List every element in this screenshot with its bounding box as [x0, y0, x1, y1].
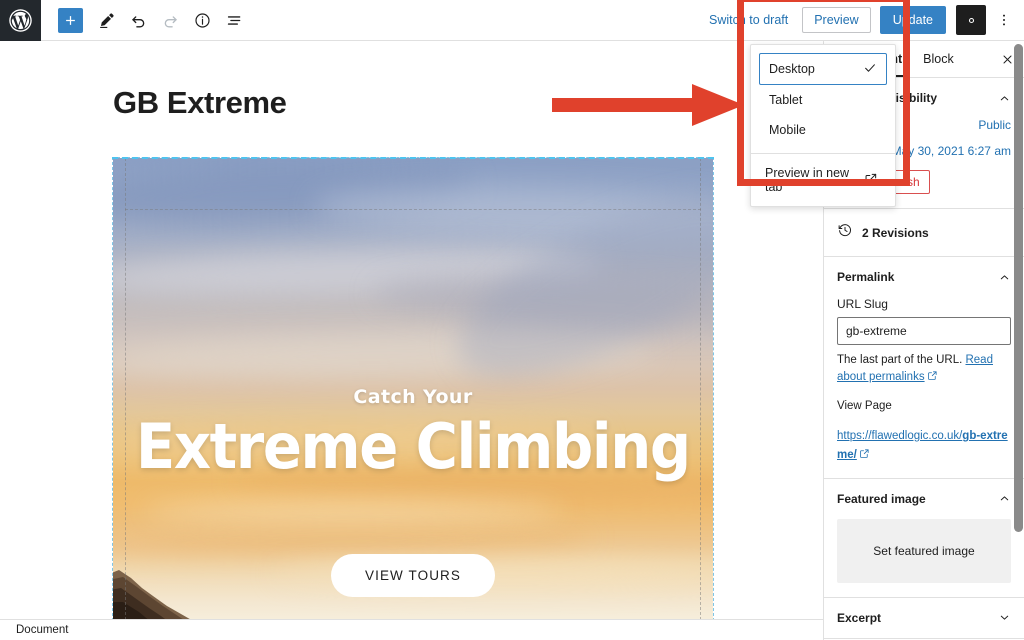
chevron-up-icon — [998, 92, 1011, 105]
block-guide-left — [125, 158, 126, 619]
permalink-help-text: The last part of the URL. Read about per… — [837, 352, 1011, 386]
editor-top-bar: Switch to draft Preview Update — [0, 0, 1024, 41]
preview-in-new-tab-item[interactable]: Preview in new tab — [751, 154, 895, 206]
preview-button[interactable]: Preview — [802, 7, 871, 33]
hero-heading-text[interactable]: Extreme Climbing — [136, 415, 691, 478]
list-view-button[interactable] — [219, 5, 249, 35]
page-title[interactable]: GB Extreme — [0, 41, 823, 121]
chevron-up-icon — [998, 492, 1011, 505]
breadcrumb[interactable]: Document — [0, 624, 68, 636]
view-page-link-wrap: https://flawedlogic.co.uk/gb-extreme/ — [837, 426, 1011, 464]
preview-option-label: Tablet — [769, 93, 803, 107]
panel-featured-image-body: Set featured image — [824, 518, 1024, 597]
preview-in-new-tab-label: Preview in new tab — [765, 166, 850, 194]
view-tours-button[interactable]: VIEW TOURS — [330, 554, 495, 598]
view-url-prefix: https://flawedlogic.co.uk/ — [837, 430, 963, 443]
view-page-label: View Page — [837, 400, 892, 413]
preview-option-label: Desktop — [769, 62, 815, 76]
editor-bottom-bar: Document — [0, 619, 823, 640]
undo-button[interactable] — [123, 5, 153, 35]
preview-option-desktop[interactable]: Desktop — [759, 53, 887, 85]
panel-permalink-body: URL Slug The last part of the URL. Read … — [824, 297, 1024, 478]
panel-title: Permalink — [837, 270, 895, 284]
check-icon — [863, 61, 877, 77]
more-vertical-dots-icon[interactable] — [992, 5, 1016, 35]
sidebar-scrollbar[interactable] — [1014, 44, 1023, 532]
hero-kicker-text[interactable]: Catch Your — [353, 386, 472, 408]
panel-excerpt: Excerpt — [824, 598, 1024, 639]
panel-permalink-header[interactable]: Permalink — [824, 257, 1024, 297]
permalink-help-prefix: The last part of the URL. — [837, 354, 966, 366]
block-selection-indicator — [112, 157, 714, 159]
wordpress-block-editor: Switch to draft Preview Update GB Extrem… — [0, 0, 1024, 640]
url-slug-label: URL Slug — [837, 297, 888, 311]
clock-revision-icon — [837, 222, 853, 243]
editor-canvas: GB Extreme Catch Your Extreme Climbing V… — [0, 41, 823, 619]
preview-option-tablet[interactable]: Tablet — [759, 85, 887, 115]
revisions-label: 2 Revisions — [862, 225, 929, 240]
preview-option-mobile[interactable]: Mobile — [759, 115, 887, 145]
editor-tools-group — [41, 5, 249, 35]
block-guide-top — [125, 209, 701, 210]
gear-icon[interactable] — [956, 5, 986, 35]
external-link-icon — [927, 370, 938, 387]
redo-button[interactable] — [155, 5, 185, 35]
panel-featured-image: Featured image Set featured image — [824, 479, 1024, 598]
cover-block[interactable]: Catch Your Extreme Climbing VIEW TOURS — [112, 157, 714, 619]
chevron-up-icon — [998, 271, 1011, 284]
block-guide-right — [700, 158, 701, 619]
switch-to-draft-button[interactable]: Switch to draft — [699, 7, 798, 33]
preview-option-label: Mobile — [769, 123, 806, 137]
preview-device-options: Desktop Tablet Mobile — [751, 49, 895, 153]
external-link-icon — [864, 172, 878, 189]
revisions-link[interactable]: 2 Revisions — [824, 209, 1024, 257]
panel-featured-image-header[interactable]: Featured image — [824, 479, 1024, 519]
tools-pencil-button[interactable] — [91, 5, 121, 35]
panel-title: Featured image — [837, 491, 926, 506]
wordpress-logo-icon[interactable] — [0, 0, 41, 41]
set-featured-image-button[interactable]: Set featured image — [837, 518, 1011, 583]
chevron-down-icon — [998, 611, 1011, 624]
visibility-value-button[interactable]: Public — [978, 118, 1011, 132]
top-bar-actions: Switch to draft Preview Update — [699, 0, 1024, 41]
tab-block[interactable]: Block — [919, 42, 958, 77]
cover-content: Catch Your Extreme Climbing VIEW TOURS — [113, 158, 713, 619]
details-info-button[interactable] — [187, 5, 217, 35]
update-button[interactable]: Update — [879, 6, 946, 34]
external-link-icon — [859, 446, 870, 464]
panel-title: Excerpt — [837, 610, 882, 625]
preview-dropdown-menu: Desktop Tablet Mobile Preview in new tab — [750, 44, 896, 207]
panel-excerpt-header[interactable]: Excerpt — [824, 598, 1024, 638]
panel-permalink: Permalink URL Slug The last part of the … — [824, 257, 1024, 479]
url-slug-input[interactable] — [837, 317, 1011, 345]
publish-date-button[interactable]: May 30, 2021 6:27 am — [892, 144, 1011, 158]
add-block-button[interactable] — [58, 7, 83, 33]
